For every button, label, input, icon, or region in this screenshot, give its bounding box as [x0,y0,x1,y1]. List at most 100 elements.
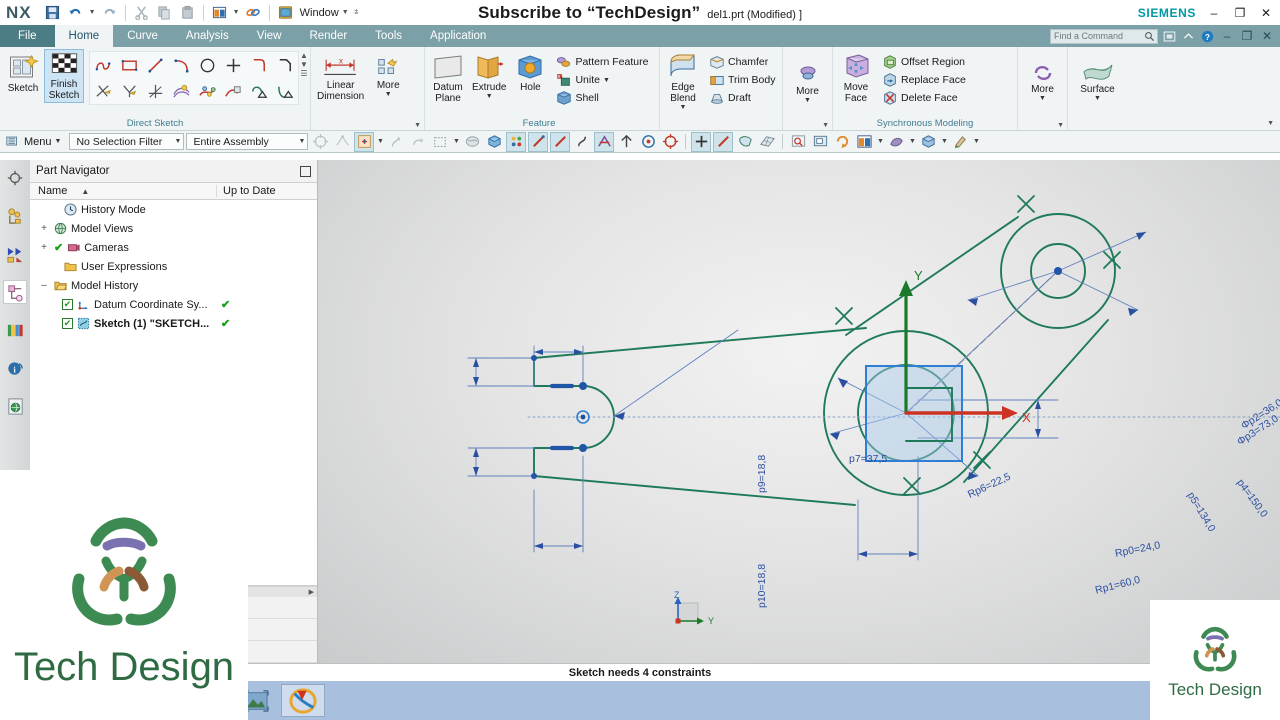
redo-icon[interactable] [99,3,120,23]
selection-filter-combo[interactable]: No Selection Filter ▼ [69,133,185,150]
layout-icon[interactable] [854,132,874,152]
unite-button[interactable]: Unite ▼ [554,71,650,89]
rectangle-select-icon[interactable] [408,132,428,152]
scope-combo[interactable]: Entire Assembly ▼ [186,133,309,150]
trim-body-button[interactable]: Trim Body [707,71,777,89]
more-sync-caret[interactable]: ▼ [1039,95,1046,102]
mirror-curve-icon[interactable] [220,78,246,104]
sketch-button[interactable]: Sketch [3,52,43,95]
copy-icon[interactable] [154,3,175,23]
window-layout-caret[interactable]: ▼ [232,9,241,16]
select-general-icon[interactable] [310,132,330,152]
web-browser-icon[interactable] [3,394,27,418]
constraint-navigator-icon[interactable] [3,204,27,228]
find-command-input[interactable]: Find a Command [1050,28,1158,44]
surface-button[interactable]: Surface ▼ [1077,55,1117,103]
collapse-ribbon-icon[interactable] [1181,29,1196,44]
finish-sketch-button[interactable]: Finish Sketch [44,49,84,103]
move-face-button[interactable]: Move Face [836,51,876,105]
chamfer-button[interactable]: Chamfer [707,53,777,71]
assembly-navigator-icon[interactable] [3,166,27,190]
more-feature-button[interactable]: More ▼ [788,61,828,105]
rotate-icon[interactable] [832,132,852,152]
graphics-window[interactable]: Y X p7=37,5 p8=37,5 p9=18,8 p10=18,8 Rp6… [318,160,1280,663]
tree-twisty[interactable]: + [38,242,50,253]
undo-icon[interactable] [65,3,86,23]
ribbon-overflow-caret[interactable]: ▼ [1267,120,1274,127]
offset-curve-icon[interactable] [168,78,194,104]
zoom-fit-icon[interactable] [788,132,808,152]
tab-home[interactable]: Home [54,25,114,47]
draft-button[interactable]: Draft [707,89,777,107]
dimension-label-p9[interactable]: p9=18,8 [756,455,768,493]
tab-view[interactable]: View [243,25,296,47]
tree-row-datum-csys[interactable]: ✔ Datum Coordinate Sy... ✔ [30,295,317,314]
window-icon[interactable] [275,3,296,23]
more-dimension-button[interactable]: More ▼ [368,53,408,99]
fullscreen-icon[interactable] [1162,29,1177,44]
help-icon[interactable]: ? [1200,29,1215,44]
window-restore-button[interactable]: ❐ [1232,6,1248,20]
add-point-tool-icon[interactable] [691,131,712,152]
history-palette-icon[interactable] [3,318,27,342]
tab-analysis[interactable]: Analysis [172,25,243,47]
doc-close-button[interactable]: ✕ [1259,29,1275,43]
window-layout-icon[interactable] [209,3,230,23]
part-navigator-icon[interactable] [3,242,27,266]
tree-item-checkbox[interactable]: ✔ [62,299,73,310]
line-draw-icon[interactable] [713,131,734,152]
quick-extend-icon[interactable] [116,78,142,104]
doc-minimize-button[interactable]: – [1219,29,1235,43]
panel-pin-button[interactable] [300,165,311,177]
quick-trim-icon[interactable] [90,78,116,104]
window-menu-label[interactable]: Window [300,7,339,19]
delete-face-button[interactable]: Delete Face [880,89,968,107]
style-caret[interactable]: ▼ [972,138,980,145]
tree-row-model-history[interactable]: – Model History [30,276,317,295]
paste-icon[interactable] [177,3,198,23]
face-select-caret[interactable]: ▼ [452,138,460,145]
dimension-label-p7[interactable]: p7=37,5 [849,453,887,465]
snap-point-icon[interactable] [354,131,375,152]
tab-file[interactable]: File [0,25,55,47]
fillet-icon[interactable] [246,52,272,78]
column-uptodate-header[interactable]: Up to Date [217,185,317,197]
sketch-curve-icon[interactable] [572,132,592,152]
window-menu-caret[interactable]: ▼ [341,9,350,16]
layout-caret[interactable]: ▼ [876,138,884,145]
tree-row-sketch[interactable]: ✔ Sketch (1) "SKETCH... ✔ [30,314,317,333]
edge-blend-caret[interactable]: ▼ [680,104,687,111]
rectangle-icon[interactable] [116,52,142,78]
tree-row-cameras[interactable]: + ✔ Cameras [30,238,317,257]
tree-row-user-expressions[interactable]: User Expressions [30,257,317,276]
tree-twisty[interactable]: – [38,280,50,291]
zoom-window-icon[interactable] [810,132,830,152]
hd3d-tools-icon[interactable]: i [3,356,27,380]
dimension-group-expand[interactable]: ▼ [414,122,421,129]
more-sync-expand[interactable]: ▼ [1057,122,1064,129]
body-select-icon[interactable] [462,132,482,152]
spline-icon[interactable] [550,131,571,152]
more-sync-button[interactable]: More ▼ [1023,61,1063,103]
reuse-library-icon[interactable] [3,280,27,304]
scope-caret[interactable]: ▼ [293,138,306,145]
save-icon[interactable] [42,3,63,23]
edge-blend-button[interactable]: Edge Blend ▼ [663,51,703,112]
geometric-constraint-icon[interactable] [246,78,272,104]
tab-tools[interactable]: Tools [361,25,416,47]
replace-face-button[interactable]: Replace Face [880,71,968,89]
surface-caret[interactable]: ▼ [1094,95,1101,102]
face-select-icon[interactable] [430,132,450,152]
tree-twisty[interactable]: + [38,223,50,234]
extrude-caret[interactable]: ▼ [486,93,493,100]
cursor-icon[interactable] [386,132,406,152]
column-name-header[interactable]: Name ▲ [30,185,217,197]
more-dimension-caret[interactable]: ▼ [385,91,392,98]
selection-filter-caret[interactable]: ▼ [169,138,182,145]
add-point-icon[interactable] [660,132,680,152]
orient-view-icon[interactable] [918,132,938,152]
tab-render[interactable]: Render [295,25,361,47]
face-region-icon[interactable] [735,132,755,152]
more-feature-caret[interactable]: ▼ [804,97,811,104]
arc-icon[interactable] [168,52,194,78]
